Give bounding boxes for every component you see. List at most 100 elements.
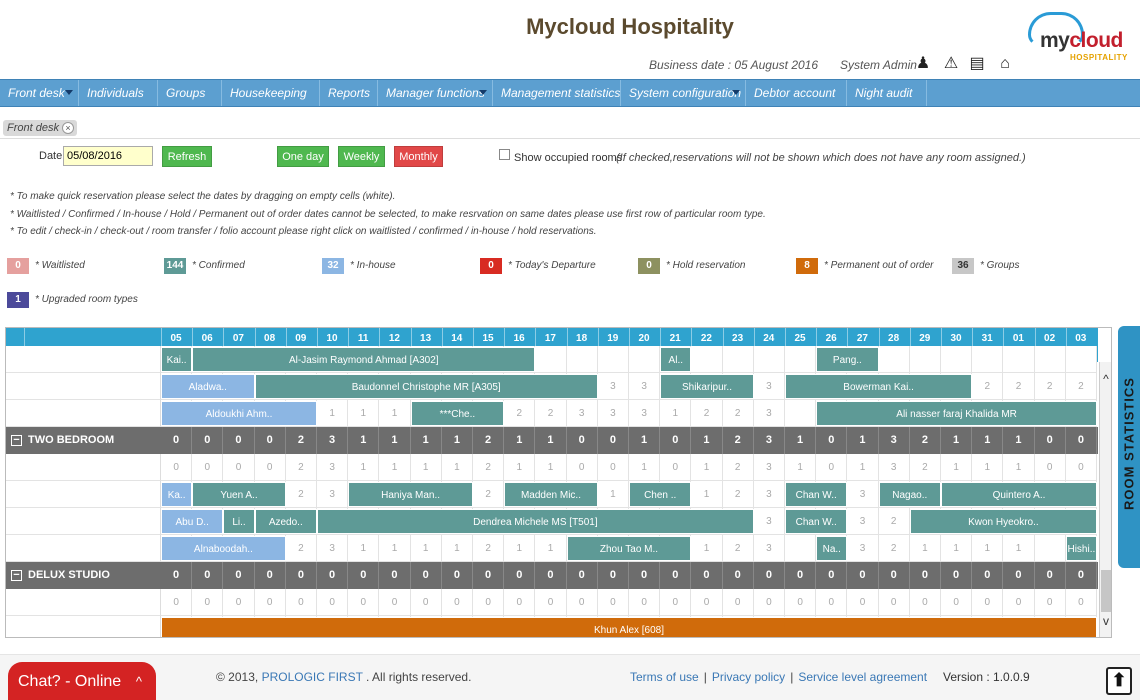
day-cell[interactable] — [785, 346, 817, 373]
day-cell[interactable]: 1 — [1003, 454, 1035, 481]
menu-item-front-desk[interactable]: Front desk — [0, 80, 79, 106]
day-cell[interactable] — [785, 535, 817, 562]
day-cell[interactable]: 0 — [785, 589, 817, 616]
day-cell[interactable]: 0 — [161, 589, 193, 616]
day-cell[interactable]: 1 — [535, 535, 567, 562]
tab-front-desk[interactable]: Front desk × — [3, 120, 77, 136]
reservation-bar[interactable]: Ka.. — [161, 482, 193, 507]
home-icon[interactable]: ⌂ — [996, 54, 1014, 74]
document-icon[interactable]: ▤ — [968, 54, 986, 74]
day-cell[interactable]: 2 — [504, 400, 536, 427]
day-cell[interactable]: 0 — [909, 589, 941, 616]
day-cell[interactable]: 1 — [348, 454, 380, 481]
reservation-bar[interactable]: Al.. — [660, 347, 692, 372]
day-cell[interactable]: 1 — [691, 535, 723, 562]
day-cell[interactable]: 0 — [847, 589, 879, 616]
reservation-bar[interactable]: Pang.. — [816, 347, 879, 372]
day-cell[interactable]: 2 — [878, 535, 910, 562]
reservation-bar[interactable]: Hishi.. — [1065, 536, 1097, 561]
day-cell[interactable]: 3 — [753, 400, 785, 427]
day-cell[interactable]: 1 — [441, 535, 473, 562]
day-cell[interactable]: 0 — [410, 589, 442, 616]
reservation-bar[interactable]: Shikaripur.. — [660, 374, 754, 399]
row-label[interactable]: −TWO BEDROOM PENTHOUS — [6, 427, 161, 473]
day-cell[interactable]: 2 — [473, 454, 505, 481]
reservation-bar[interactable]: Chen .. — [629, 482, 692, 507]
day-cell[interactable] — [691, 346, 723, 373]
weekly-button[interactable]: Weekly — [338, 146, 385, 167]
day-cell[interactable]: 0 — [597, 454, 629, 481]
day-cell[interactable]: 1 — [410, 535, 442, 562]
reservation-bar[interactable]: Na.. — [816, 536, 848, 561]
day-cell[interactable]: 1 — [660, 400, 692, 427]
day-cell[interactable]: 1 — [441, 454, 473, 481]
terms-link[interactable]: Terms of use — [630, 670, 699, 684]
day-cell[interactable]: 0 — [691, 589, 723, 616]
day-cell[interactable] — [753, 346, 785, 373]
day-cell[interactable]: 0 — [473, 589, 505, 616]
one-day-button[interactable]: One day — [277, 146, 329, 167]
day-cell[interactable] — [722, 346, 754, 373]
reservation-bar[interactable]: Dendrea Michele MS [T501] — [317, 509, 754, 534]
day-cell[interactable]: 0 — [161, 454, 193, 481]
day-cell[interactable]: 3 — [847, 481, 879, 508]
room-statistics-tab[interactable]: ROOM STATISTICS — [1118, 326, 1140, 568]
day-cell[interactable]: 1 — [909, 535, 941, 562]
reservation-bar[interactable]: Alnaboodah.. — [161, 536, 286, 561]
day-cell[interactable]: 1 — [941, 454, 973, 481]
reservation-bar[interactable]: Haniya Man.. — [348, 482, 473, 507]
day-cell[interactable]: 2 — [1034, 373, 1066, 400]
menu-item-housekeeping[interactable]: Housekeeping — [222, 80, 320, 106]
day-cell[interactable]: 1 — [597, 481, 629, 508]
day-cell[interactable]: 0 — [597, 589, 629, 616]
reservation-bar[interactable]: Kwon Hyeokro.. — [909, 509, 1097, 534]
day-cell[interactable]: 2 — [972, 373, 1004, 400]
day-cell[interactable]: 2 — [722, 535, 754, 562]
reservation-bar[interactable]: ***Che.. — [410, 401, 505, 426]
day-cell[interactable] — [629, 346, 661, 373]
menu-item-night-audit[interactable]: Night audit — [847, 80, 927, 106]
row-label[interactable]: − DELUX STUDIO — [6, 562, 161, 589]
day-cell[interactable]: 3 — [629, 373, 661, 400]
menu-item-management-statistics[interactable]: Management statistics — [493, 80, 621, 106]
day-cell[interactable]: 0 — [660, 454, 692, 481]
scroll-thumb[interactable] — [1101, 570, 1111, 612]
reservation-bar[interactable]: Aldoukhi Ahm.. — [161, 401, 317, 426]
day-cell[interactable]: 2 — [1065, 373, 1097, 400]
day-cell[interactable]: 1 — [317, 400, 349, 427]
day-cell[interactable]: 1 — [379, 454, 411, 481]
privacy-link[interactable]: Privacy policy — [712, 670, 785, 684]
day-cell[interactable] — [785, 400, 817, 427]
refresh-button[interactable]: Refresh — [162, 146, 212, 167]
reservation-bar[interactable]: Baudonnel Christophe MR [A305] — [254, 374, 598, 399]
reservation-bar[interactable]: Yuen A.. — [192, 482, 286, 507]
day-cell[interactable]: 3 — [878, 454, 910, 481]
day-cell[interactable]: 3 — [566, 400, 598, 427]
day-cell[interactable]: 0 — [192, 454, 224, 481]
day-cell[interactable]: 2 — [722, 481, 754, 508]
scroll-up-icon[interactable]: ^ — [1099, 372, 1111, 388]
user-icon[interactable]: ♟ — [914, 54, 932, 74]
day-cell[interactable]: 3 — [629, 400, 661, 427]
day-cell[interactable]: 0 — [504, 589, 536, 616]
day-cell[interactable]: 0 — [722, 589, 754, 616]
day-cell[interactable]: 0 — [379, 589, 411, 616]
warning-icon[interactable]: ⚠ — [942, 54, 960, 74]
day-cell[interactable]: 3 — [317, 454, 349, 481]
day-cell[interactable] — [878, 346, 910, 373]
day-cell[interactable]: 3 — [847, 508, 879, 535]
day-cell[interactable]: 3 — [847, 535, 879, 562]
menu-item-debtor-account[interactable]: Debtor account — [746, 80, 847, 106]
day-cell[interactable]: 0 — [941, 589, 973, 616]
day-cell[interactable]: 0 — [1003, 589, 1035, 616]
show-occupied-checkbox[interactable] — [499, 149, 510, 160]
chat-button[interactable]: Chat? - Online ^ — [8, 662, 156, 700]
day-cell[interactable]: 1 — [410, 454, 442, 481]
reservation-bar[interactable]: Bowerman Kai.. — [785, 374, 973, 399]
reservation-bar[interactable]: Li.. — [223, 509, 255, 534]
day-cell[interactable]: 0 — [753, 589, 785, 616]
day-cell[interactable]: 0 — [254, 589, 286, 616]
reservation-bar[interactable]: Chan W.. — [785, 482, 848, 507]
day-cell[interactable]: 1 — [348, 535, 380, 562]
reservation-bar[interactable]: Nagao.. — [878, 482, 941, 507]
